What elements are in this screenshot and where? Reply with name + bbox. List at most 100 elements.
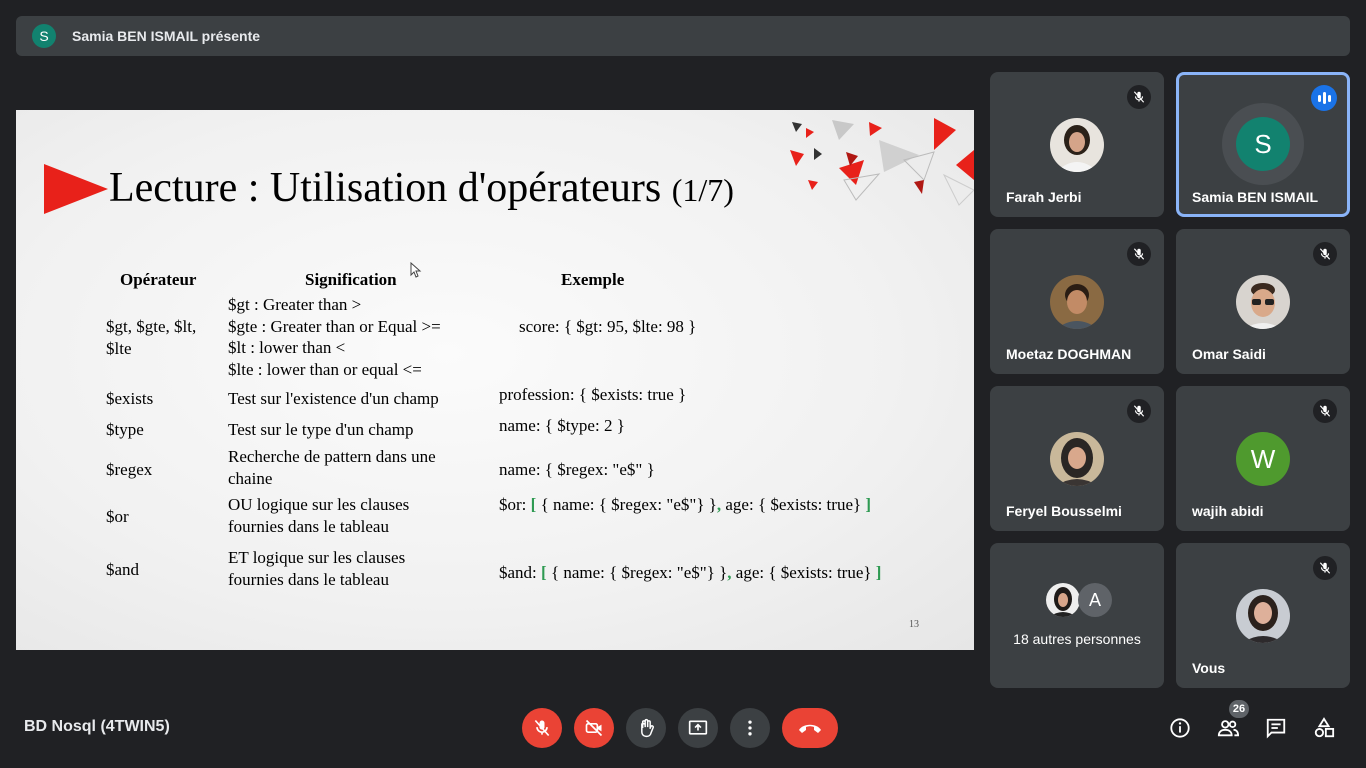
row6-example-close-bracket: ] [875,563,882,582]
slide-title: Lecture : Utilisation d'opérateurs (1/7) [109,164,734,212]
mic-off-icon [1127,399,1151,423]
row4-meaning-line2: chaine [228,468,273,488]
row4-meaning: Recherche de pattern dans une chaine [228,446,436,489]
show-everyone-button[interactable] [1216,716,1240,740]
participant-count-badge: 26 [1229,700,1249,718]
mic-off-icon [1313,399,1337,423]
presentation-slide: Lecture : Utilisation d'opérateurs (1/7)… [16,110,974,650]
row5-meaning: OU logique sur les clauses fournies dans… [228,494,409,537]
end-call-icon [799,724,821,733]
row5-example-prefix: $or: [499,495,531,514]
row1-meaning: $gt : Greater than > $gte : Greater than… [228,294,441,380]
row5-example: $or: [ { name: { $regex: "e$"} }, age: {… [499,494,871,516]
present-icon [688,720,708,735]
more-options-icon [748,720,752,736]
activities-icon [1314,717,1335,738]
row2-operator: $exists [106,389,154,408]
row6-example: $and: [ { name: { $regex: "e$"} }, age: … [499,562,881,584]
presenter-banner: S Samia BEN ISMAIL présente [16,16,1350,56]
mic-off-icon [1313,242,1337,266]
slide-page-number: 13 [909,619,919,630]
row1-operator-line1: $gt, $gte, $lt, [106,317,197,336]
participant-name: Vous [1192,660,1226,676]
participant-tile-wajih-abidi[interactable]: W wajih abidi [1176,386,1350,531]
row1-operator: $gt, $gte, $lt, $lte [106,316,196,359]
participant-tile-samia-ben-ismail[interactable]: S Samia BEN ISMAIL [1176,72,1350,217]
other-participant-avatar: A [1078,583,1112,617]
info-icon [1170,718,1190,738]
participant-tile-moetaz-doghman[interactable]: Moetaz DOGHMAN [990,229,1164,374]
presenter-avatar: S [32,24,56,48]
row5-meaning-line1: OU logique sur les clauses [228,495,410,514]
participant-photo [1050,118,1104,172]
row6-operator: $and [106,560,140,579]
row4-meaning-line1: Recherche de pattern dans une [228,447,436,466]
row1-example: score: { $gt: 95, $lte: 98 } [519,317,697,336]
row3-operator: $type [106,420,144,439]
participant-photo [1050,432,1104,486]
participant-avatar: S [1236,117,1290,171]
people-icon [1217,720,1240,737]
toggle-mic-button[interactable] [522,708,562,748]
row6-example-prefix: $and: [499,563,542,582]
header-operator: Opérateur [120,270,197,289]
row1-operator-line2: $lte [106,338,132,358]
participant-name: Samia BEN ISMAIL [1192,189,1319,205]
row4-operator: $regex [106,460,153,479]
participant-tile-others[interactable]: A 18 autres personnes [990,543,1164,688]
meeting-details-button[interactable] [1168,716,1192,740]
participant-tile-feryel-bousselmi[interactable]: Feryel Bousselmi [990,386,1164,531]
title-arrow-icon [44,164,108,214]
participant-tile-farah-jerbi[interactable]: Farah Jerbi [990,72,1164,217]
row2-example: profession: { $exists: true } [499,385,687,404]
row2-meaning: Test sur l'existence d'un champ [228,389,439,408]
row5-meaning-line2: fournies dans le tableau [228,516,389,536]
meeting-name: BD Nosql (4TWIN5) [24,718,170,735]
header-meaning: Signification [305,270,397,289]
row1-meaning-line4: $lte : lower than or equal <= [228,359,422,379]
participant-photo [1236,275,1290,329]
row3-meaning: Test sur le type d'un champ [228,420,414,439]
participant-name: wajih abidi [1192,503,1264,519]
toggle-camera-button[interactable] [574,708,614,748]
participant-photo [1050,275,1104,329]
camera-off-icon [585,719,603,737]
row1-meaning-line2: $gte : Greater than or Equal >= [228,316,441,336]
present-now-button[interactable] [678,708,718,748]
row4-example: name: { $regex: "e$" } [499,460,655,479]
activities-button[interactable] [1312,716,1336,740]
chat-icon [1266,718,1286,739]
participant-photo [1236,589,1290,643]
row6-example-part1: { name: { $regex: "e$"} } [546,563,728,582]
slide-decoration [790,118,974,206]
leave-call-button[interactable] [782,708,838,748]
participant-name: Omar Saidi [1192,346,1266,362]
header-example: Exemple [561,270,625,289]
participant-tile-omar-saidi[interactable]: Omar Saidi [1176,229,1350,374]
row3-example: name: { $type: 2 } [499,416,625,435]
participant-name: Farah Jerbi [1006,189,1082,205]
row1-meaning-line1: $gt : Greater than > [228,295,362,314]
row6-meaning: ET logique sur les clauses fournies dans… [228,547,405,590]
row6-example-part2: age: { $exists: true} [731,563,876,582]
slide-title-text: Lecture : Utilisation d'opérateurs [109,165,662,211]
mic-off-icon [534,719,550,737]
mouse-cursor-icon [410,262,422,278]
presenter-banner-text: Samia BEN ISMAIL présente [72,28,261,44]
others-count-label: 18 autres personnes [1013,631,1141,647]
row1-meaning-line3: $lt : lower than < [228,338,346,357]
slide-title-fraction: (1/7) [671,172,734,208]
participant-tile-self[interactable]: Vous [1176,543,1350,688]
more-options-button[interactable] [730,708,770,748]
mic-off-icon [1127,85,1151,109]
mic-off-icon [1313,556,1337,580]
speaking-indicator-icon [1311,85,1337,111]
row6-meaning-line1: ET logique sur les clauses [228,548,406,567]
mic-off-icon [1127,242,1151,266]
raise-hand-icon [641,718,654,738]
row5-example-part2: age: { $exists: true} [721,495,866,514]
raise-hand-button[interactable] [626,708,666,748]
chat-button[interactable] [1264,716,1288,740]
participant-name: Moetaz DOGHMAN [1006,346,1132,362]
row5-example-close-bracket: ] [865,495,872,514]
